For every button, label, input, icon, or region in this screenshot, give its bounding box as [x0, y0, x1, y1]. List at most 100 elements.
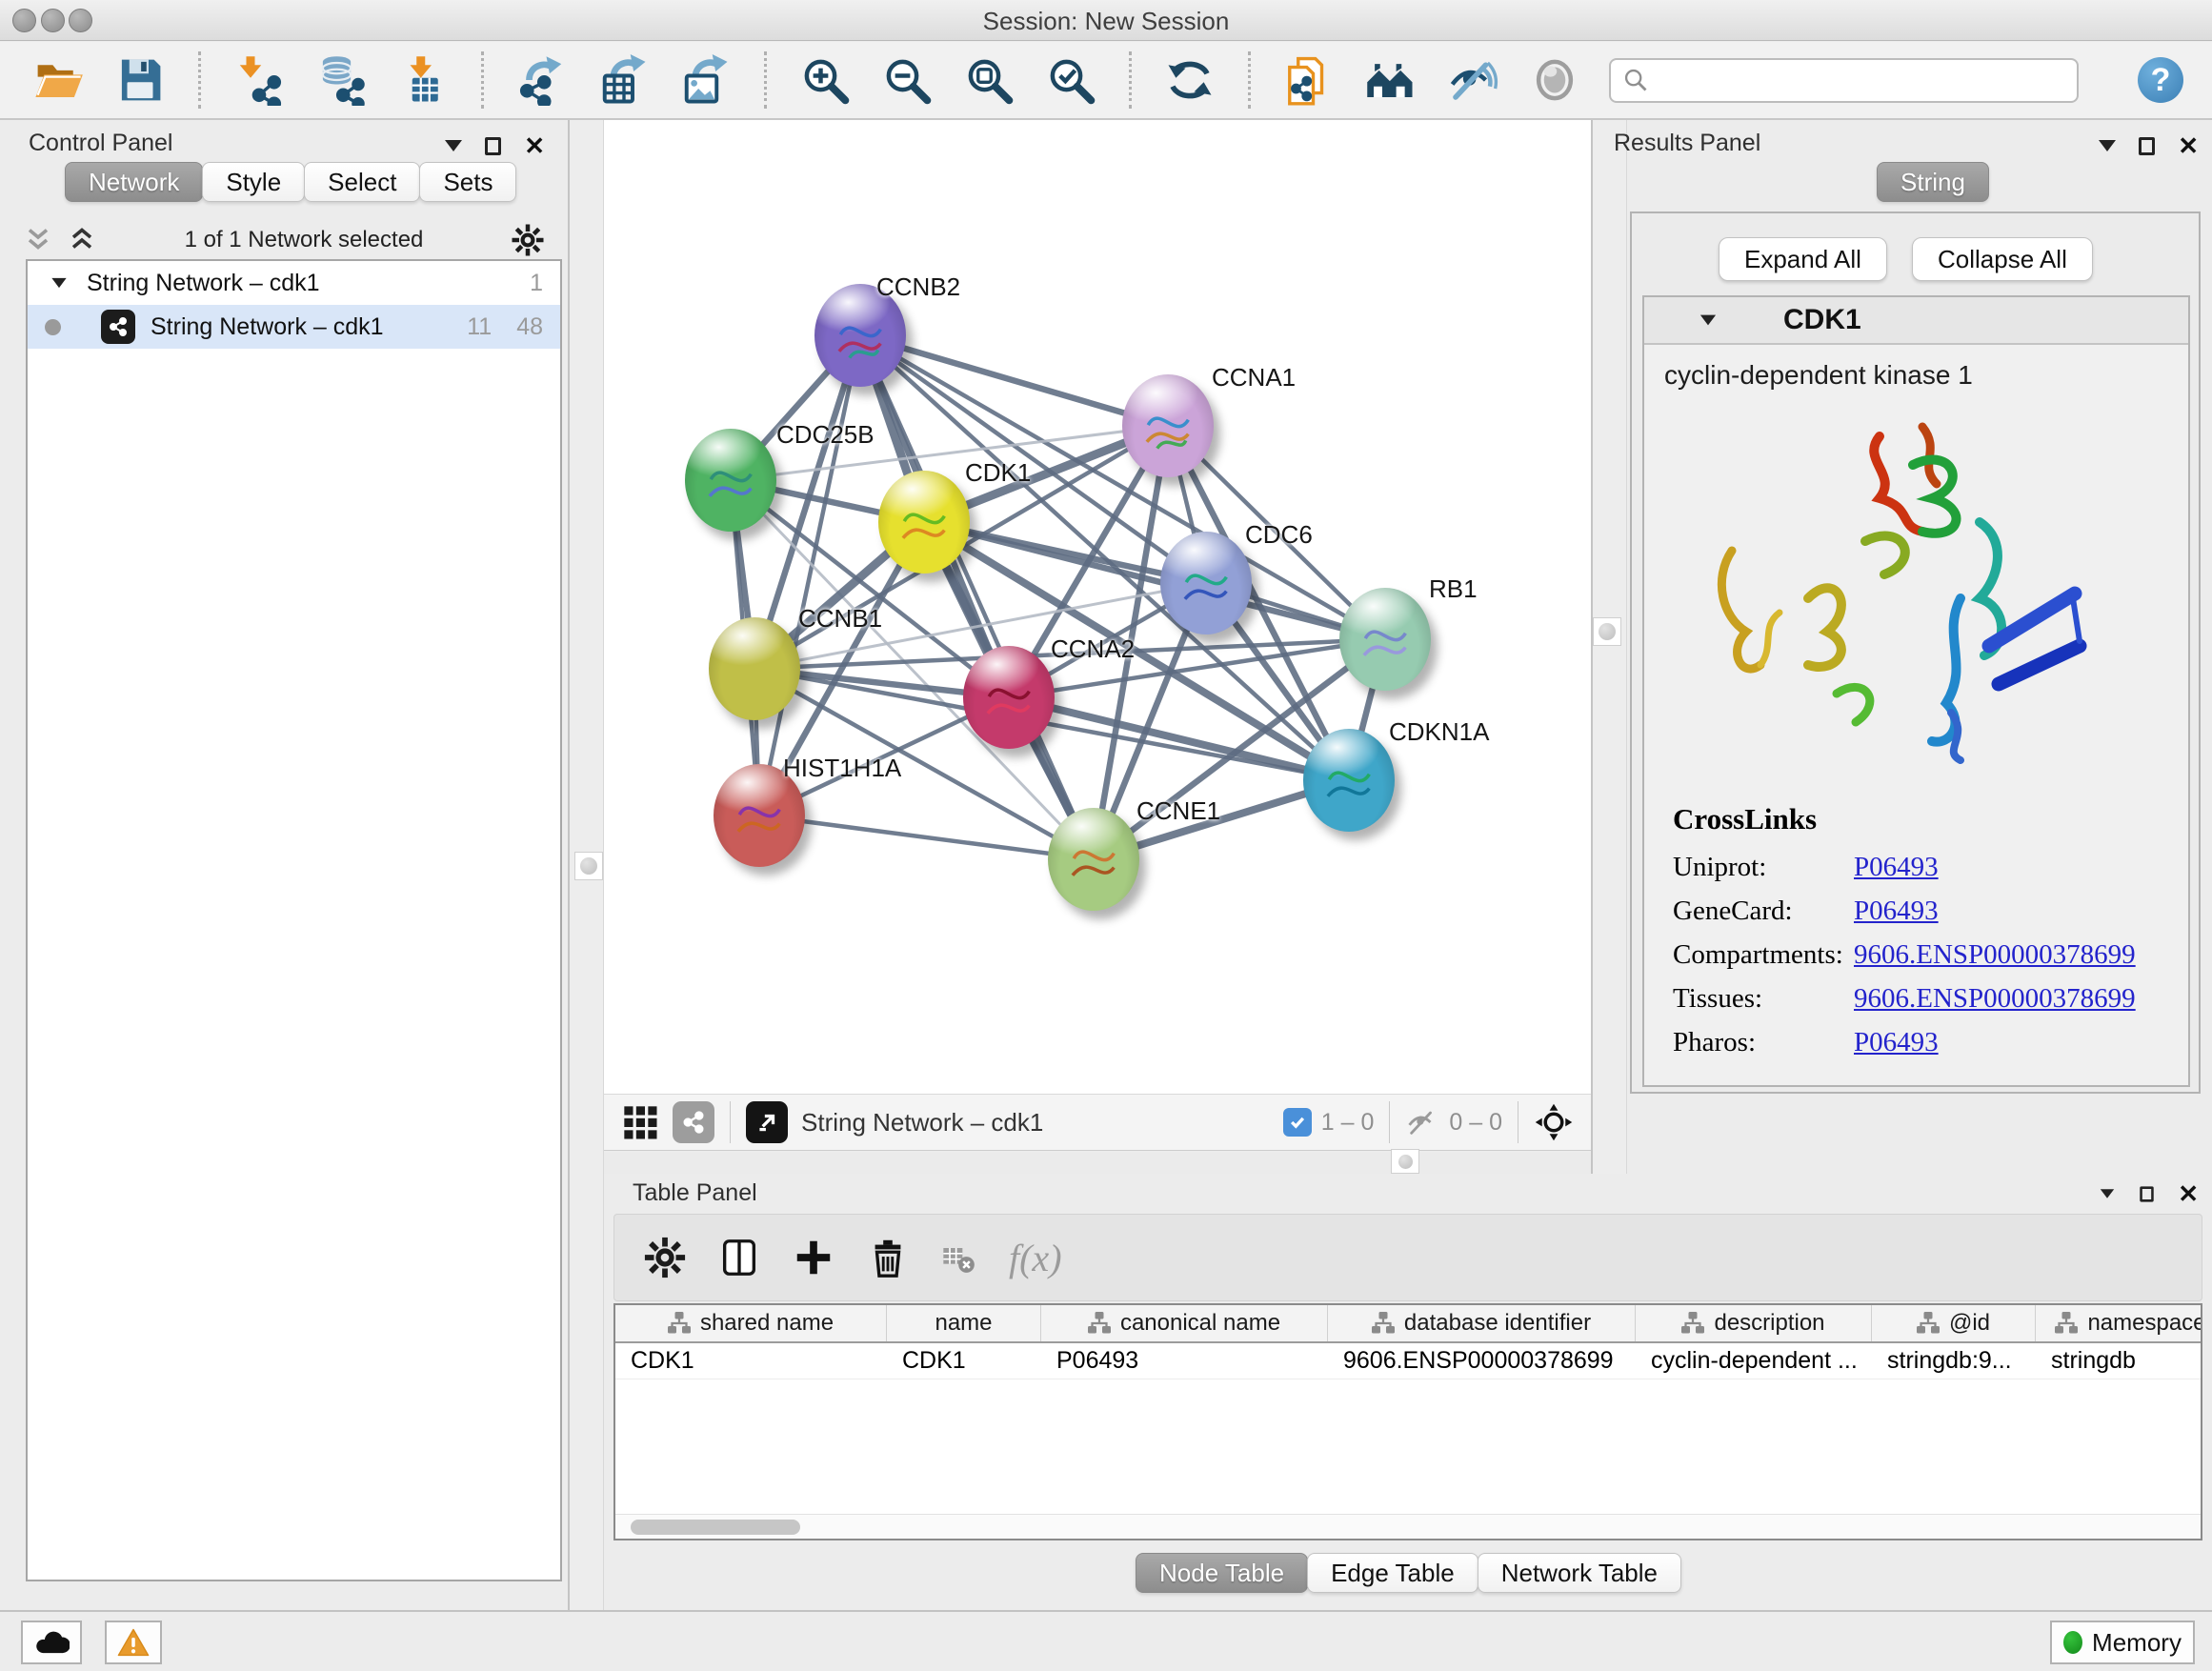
network-edge-HIST1H1A-CCNE1[interactable]: [759, 815, 1094, 859]
network-node-CCNE1[interactable]: [1048, 808, 1139, 911]
tab-select[interactable]: Select: [304, 162, 420, 202]
expand-all-button[interactable]: Expand All: [1719, 237, 1887, 281]
network-node-CDC25B[interactable]: [685, 429, 776, 532]
create-column-icon[interactable]: [792, 1236, 835, 1279]
column-header-description[interactable]: description: [1636, 1305, 1872, 1341]
hide-selected-icon[interactable]: [1445, 52, 1500, 108]
network-edge-CCNB2-HIST1H1A[interactable]: [759, 335, 860, 815]
collapse-all-button[interactable]: Collapse All: [1912, 237, 2093, 281]
panel-float-icon[interactable]: [2099, 140, 2116, 151]
panel-float-icon[interactable]: [2101, 1189, 2114, 1198]
network-options-gear-icon[interactable]: [511, 223, 545, 257]
grid-view-icon[interactable]: [621, 1103, 659, 1141]
column-header-canonical-name[interactable]: canonical name: [1041, 1305, 1328, 1341]
network-node-CDC6[interactable]: [1160, 532, 1252, 634]
panel-maximize-icon[interactable]: [2139, 137, 2155, 155]
tab-style[interactable]: Style: [202, 162, 305, 202]
table-cell[interactable]: CDK1: [615, 1343, 887, 1379]
collapse-all-icon[interactable]: [23, 226, 53, 254]
table-row[interactable]: CDK1CDK1P064939606.ENSP00000378699cyclin…: [615, 1343, 2201, 1379]
table-cell[interactable]: P06493: [1041, 1343, 1328, 1379]
network-node-CDKN1A[interactable]: [1303, 729, 1395, 832]
network-node-CCNB1[interactable]: [709, 617, 800, 720]
network-badge-icon[interactable]: [673, 1101, 714, 1143]
table-cell[interactable]: stringdb: [2036, 1343, 2202, 1379]
scrollbar-thumb[interactable]: [631, 1520, 800, 1535]
tab-network-table[interactable]: Network Table: [1478, 1553, 1681, 1593]
right-splitter[interactable]: [1591, 120, 1627, 1174]
table-options-gear-icon[interactable]: [643, 1236, 687, 1279]
search-input[interactable]: [1657, 66, 2065, 94]
zoom-out-icon[interactable]: [879, 52, 935, 108]
crosslink-value-link[interactable]: P06493: [1854, 852, 1939, 883]
zoom-selected-icon[interactable]: [1043, 52, 1098, 108]
tab-sets[interactable]: Sets: [419, 162, 516, 202]
column-header--id[interactable]: @id: [1872, 1305, 2036, 1341]
open-session-icon[interactable]: [30, 52, 86, 108]
zoom-in-icon[interactable]: [797, 52, 853, 108]
network-row[interactable]: String Network – cdk1 11 48: [28, 305, 560, 349]
import-table-from-file-icon[interactable]: [395, 52, 451, 108]
panel-close-icon[interactable]: ✕: [524, 133, 545, 158]
panel-close-icon[interactable]: ✕: [2178, 1181, 2199, 1206]
export-image-icon[interactable]: [678, 52, 734, 108]
function-builder-icon[interactable]: f(x): [1009, 1236, 1062, 1280]
network-collection-row[interactable]: String Network – cdk1 1: [28, 261, 560, 305]
save-session-icon[interactable]: [112, 52, 168, 108]
network-edge-CDK1-RB1[interactable]: [924, 522, 1385, 639]
right-splitter-handle[interactable]: [1593, 617, 1621, 646]
crosslink-value-link[interactable]: P06493: [1854, 896, 1939, 927]
collection-expand-icon[interactable]: [51, 278, 66, 288]
panel-maximize-icon[interactable]: [2140, 1186, 2153, 1201]
crosslink-value-link[interactable]: 9606.ENSP00000378699: [1854, 939, 2136, 971]
panel-float-icon[interactable]: [445, 140, 462, 151]
panel-maximize-icon[interactable]: [485, 137, 501, 155]
column-header-namespace[interactable]: namespace: [2036, 1305, 2202, 1341]
show-graphics-details-icon[interactable]: [1527, 52, 1582, 108]
cloud-status-button[interactable]: [21, 1621, 82, 1664]
tab-string[interactable]: String: [1877, 162, 1989, 202]
table-cell[interactable]: CDK1: [887, 1343, 1041, 1379]
select-columns-icon[interactable]: [717, 1236, 761, 1279]
import-network-from-database-icon[interactable]: [313, 52, 369, 108]
horizontal-splitter-handle[interactable]: [1391, 1149, 1419, 1174]
network-node-CCNA1[interactable]: [1122, 374, 1214, 477]
tab-network[interactable]: Network: [65, 162, 203, 202]
search-box[interactable]: [1609, 58, 2079, 103]
zoom-fit-content-icon[interactable]: [961, 52, 1016, 108]
delete-table-icon[interactable]: [940, 1238, 978, 1277]
column-header-database-identifier[interactable]: database identifier: [1328, 1305, 1636, 1341]
help-icon[interactable]: ?: [2138, 57, 2183, 103]
panel-close-icon[interactable]: ✕: [2178, 133, 2199, 158]
column-header-shared-name[interactable]: shared name: [615, 1305, 887, 1341]
table-cell[interactable]: stringdb:9...: [1872, 1343, 2036, 1379]
network-view[interactable]: CCNB2CCNA1CDC25BCDK1CDC6RB1CCNB1CCNA2CDK…: [604, 120, 1591, 1094]
cdk1-section-header[interactable]: CDK1: [1644, 297, 2188, 345]
table-horizontal-scrollbar[interactable]: [615, 1514, 2201, 1539]
table-cell[interactable]: cyclin-dependent ...: [1636, 1343, 1872, 1379]
crosslink-value-link[interactable]: 9606.ENSP00000378699: [1854, 983, 2136, 1015]
horizontal-splitter[interactable]: [604, 1153, 1591, 1174]
tab-node-table[interactable]: Node Table: [1136, 1553, 1308, 1593]
network-node-CCNA2[interactable]: [963, 646, 1055, 749]
warning-status-button[interactable]: [105, 1621, 162, 1664]
first-neighbors-icon[interactable]: [1363, 52, 1418, 108]
new-network-from-selection-icon[interactable]: [1281, 52, 1337, 108]
tab-edge-table[interactable]: Edge Table: [1307, 1553, 1478, 1593]
network-node-CDK1[interactable]: [878, 471, 970, 574]
column-header-name[interactable]: name: [887, 1305, 1041, 1341]
memory-button[interactable]: Memory: [2050, 1621, 2195, 1664]
section-collapse-icon[interactable]: [1700, 315, 1716, 326]
selected-indicator-checkbox[interactable]: [1283, 1108, 1312, 1137]
table-cell[interactable]: 9606.ENSP00000378699: [1328, 1343, 1636, 1379]
apply-preferred-layout-icon[interactable]: [1162, 52, 1217, 108]
network-node-RB1[interactable]: [1339, 588, 1431, 691]
export-network-icon[interactable]: [514, 52, 570, 108]
birds-eye-view-icon[interactable]: [1534, 1102, 1574, 1142]
crosslink-value-link[interactable]: P06493: [1854, 1027, 1939, 1058]
detach-view-icon[interactable]: [746, 1101, 788, 1143]
delete-column-icon[interactable]: [866, 1236, 910, 1279]
expand-all-icon[interactable]: [67, 226, 97, 254]
export-table-icon[interactable]: [596, 52, 652, 108]
left-splitter-handle[interactable]: [574, 852, 603, 880]
